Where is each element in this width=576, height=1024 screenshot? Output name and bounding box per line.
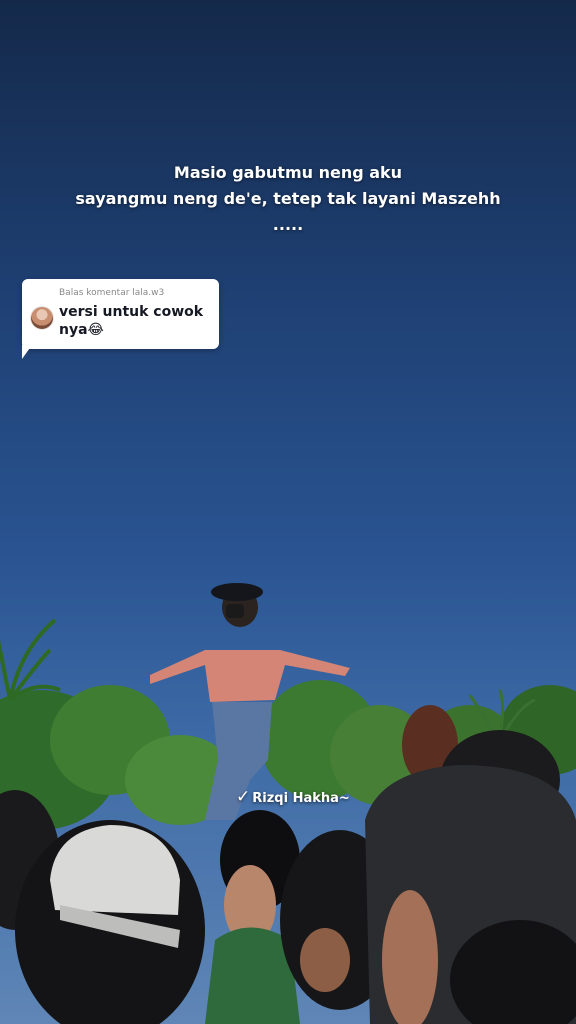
caption-line-2: sayangmu neng de'e, tetep tak layani Mas…	[75, 189, 501, 208]
reply-bubble-tail	[22, 345, 36, 359]
reply-header: Balas komentar lala.w3	[59, 288, 165, 298]
palm-tree	[0, 618, 61, 702]
check-icon: ✓	[236, 787, 251, 807]
video-caption: Masio gabutmu neng aku sayangmu neng de'…	[0, 160, 576, 238]
caption-line-3: .....	[272, 215, 304, 234]
reply-comment-text: versi untuk cowok nya😂	[59, 304, 204, 338]
watermark-name: Rizqi Hakha~	[252, 791, 350, 806]
commenter-avatar[interactable]	[30, 306, 54, 330]
caption-line-1: Masio gabutmu neng aku	[173, 163, 403, 182]
comment-reply-card[interactable]: Balas komentar lala.w3 versi untuk cowok…	[22, 279, 219, 349]
creator-watermark: ✓ Rizqi Hakha~	[236, 787, 350, 807]
background-scene	[0, 583, 576, 1024]
